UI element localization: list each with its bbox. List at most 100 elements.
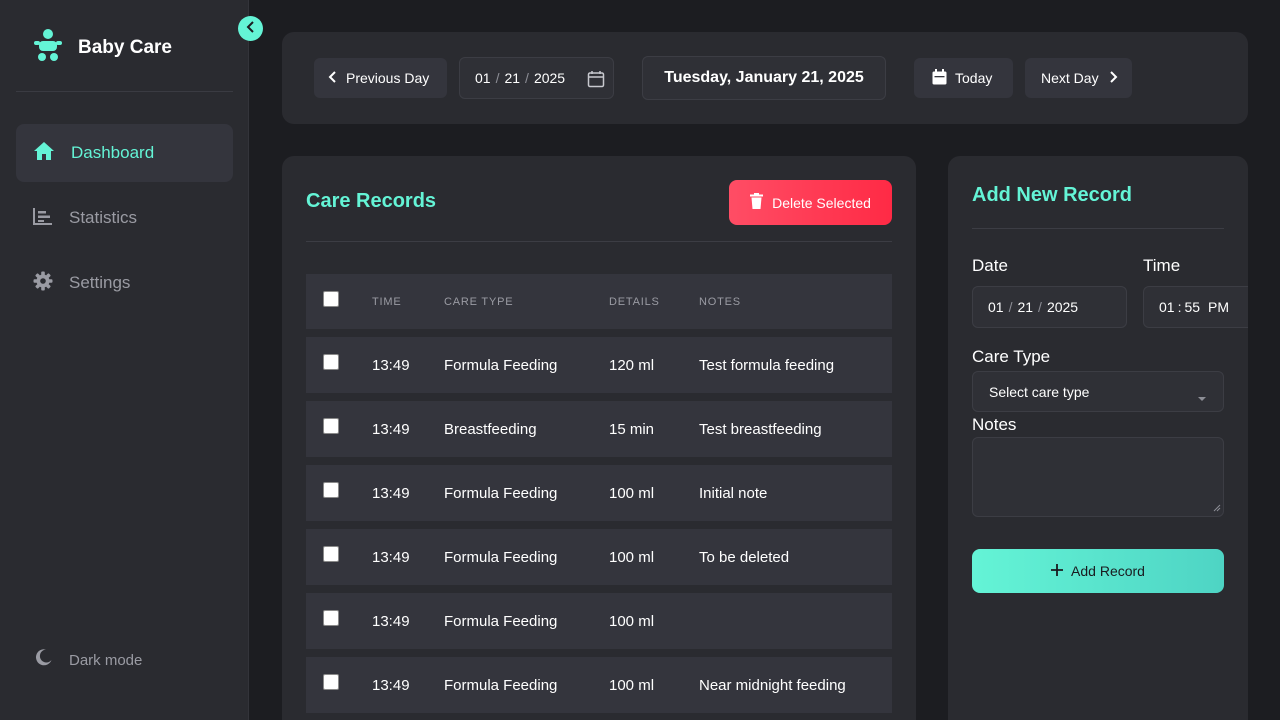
date-day: 21 — [504, 70, 521, 86]
table-row[interactable]: 13:49 Formula Feeding 100 ml — [306, 593, 892, 649]
date-year: 2025 — [1046, 299, 1079, 315]
calendar-icon[interactable] — [587, 70, 605, 91]
current-date-display: Tuesday, January 21, 2025 — [642, 56, 886, 100]
cell-details: 120 ml — [609, 356, 655, 374]
date-month: 01 — [988, 299, 1004, 315]
next-day-button[interactable]: Next Day — [1025, 58, 1132, 98]
dark-mode-label: Dark mode — [69, 651, 143, 669]
next-day-label: Next Day — [1041, 70, 1099, 86]
cell-notes: Initial note — [699, 484, 768, 502]
date-year: 2025 — [533, 70, 566, 86]
cell-care-type: Formula Feeding — [444, 484, 558, 502]
sidebar-item-label: Statistics — [69, 208, 138, 227]
plus-icon — [1051, 563, 1064, 579]
cell-time: 13:49 — [372, 548, 410, 566]
brand: Baby Care — [34, 28, 172, 67]
time-period: PM — [1208, 299, 1230, 315]
cell-care-type: Formula Feeding — [444, 612, 558, 630]
cell-notes: Test formula feeding — [699, 356, 835, 374]
column-header-time: TIME — [372, 295, 402, 308]
date-label: Date — [972, 256, 1008, 275]
row-checkbox[interactable] — [323, 418, 339, 434]
care-records-title: Care Records — [306, 190, 437, 212]
care-type-selected: Select care type — [989, 383, 1090, 400]
resize-handle-icon[interactable] — [1213, 499, 1221, 515]
row-checkbox[interactable] — [323, 674, 339, 690]
column-header-notes: NOTES — [699, 295, 741, 308]
cell-care-type: Formula Feeding — [444, 356, 558, 374]
home-icon — [33, 141, 55, 166]
sidebar-item-settings[interactable]: Settings — [16, 254, 233, 312]
notes-textarea[interactable] — [972, 437, 1224, 517]
time-hour: 01 — [1159, 299, 1175, 315]
chevron-right-icon — [1108, 70, 1118, 87]
table-row[interactable]: 13:49 Breastfeeding 15 min Test breastfe… — [306, 401, 892, 457]
today-button[interactable]: Today — [914, 58, 1013, 98]
collapse-sidebar-button[interactable] — [238, 16, 263, 41]
table-row[interactable]: 13:49 Formula Feeding 100 ml Initial not… — [306, 465, 892, 521]
cell-time: 13:49 — [372, 356, 410, 374]
cell-details: 100 ml — [609, 548, 655, 566]
date-field[interactable]: 01/21/2025 — [972, 286, 1127, 328]
previous-day-label: Previous Day — [346, 70, 430, 86]
baby-icon — [34, 28, 62, 67]
cell-details: 100 ml — [609, 612, 655, 630]
add-record-button[interactable]: Add Record — [972, 549, 1224, 593]
notes-label: Notes — [972, 415, 1017, 434]
dark-mode-toggle[interactable]: Dark mode — [34, 648, 142, 672]
cell-care-type: Formula Feeding — [444, 548, 558, 566]
cell-details: 100 ml — [609, 676, 655, 694]
add-record-label: Add Record — [1071, 563, 1145, 579]
add-record-card: Add New Record Date Time 01/21/2025 01:5… — [948, 156, 1248, 720]
trash-icon — [750, 193, 764, 212]
chevron-left-icon — [328, 70, 338, 87]
row-checkbox[interactable] — [323, 482, 339, 498]
chevron-down-icon — [1198, 389, 1206, 405]
bar-chart-icon — [33, 207, 53, 230]
add-record-title: Add New Record — [972, 184, 1133, 206]
table-header: TIME CARE TYPE DETAILS NOTES — [306, 274, 892, 329]
chevron-left-icon — [246, 20, 256, 38]
cell-notes: Test breastfeeding — [699, 420, 822, 438]
cell-notes: To be deleted — [699, 548, 790, 566]
cell-time: 13:49 — [372, 612, 410, 630]
table-row[interactable]: 13:49 Formula Feeding 100 ml Near midnig… — [306, 657, 892, 713]
cell-notes: Near midnight feeding — [699, 676, 846, 694]
divider — [972, 228, 1224, 229]
time-field[interactable]: 01:55 PM — [1143, 286, 1248, 328]
app-title: Baby Care — [78, 36, 172, 58]
table-row[interactable]: 13:49 Formula Feeding 100 ml To be delet… — [306, 529, 892, 585]
row-checkbox[interactable] — [323, 610, 339, 626]
table-row[interactable]: 13:49 Formula Feeding 120 ml Test formul… — [306, 337, 892, 393]
divider — [16, 91, 233, 92]
cell-time: 13:49 — [372, 676, 410, 694]
cell-details: 100 ml — [609, 484, 655, 502]
date-day: 21 — [1017, 299, 1034, 315]
cell-time: 13:49 — [372, 420, 410, 438]
previous-day-button[interactable]: Previous Day — [314, 58, 447, 98]
select-all-checkbox[interactable] — [323, 291, 339, 307]
date-picker-input[interactable]: 01/21/2025 — [459, 57, 614, 99]
row-checkbox[interactable] — [323, 546, 339, 562]
cell-details: 15 min — [609, 420, 655, 438]
divider — [306, 241, 892, 242]
row-checkbox[interactable] — [323, 354, 339, 370]
cell-care-type: Breastfeeding — [444, 420, 537, 438]
time-minute: 55 — [1184, 299, 1201, 315]
column-header-details: DETAILS — [609, 295, 660, 308]
care-records-card: Care Records Delete Selected TIME CARE T… — [282, 156, 916, 720]
delete-selected-label: Delete Selected — [772, 194, 871, 211]
sidebar-item-dashboard[interactable]: Dashboard — [16, 124, 233, 182]
column-header-care-type: CARE TYPE — [444, 295, 514, 308]
gear-icon — [33, 271, 53, 296]
time-label: Time — [1143, 256, 1181, 275]
delete-selected-button[interactable]: Delete Selected — [729, 180, 892, 225]
sidebar-item-statistics[interactable]: Statistics — [16, 189, 233, 247]
date-navigation: Previous Day 01/21/2025 Tuesday, January… — [282, 32, 1248, 124]
sidebar-item-label: Dashboard — [71, 143, 155, 162]
care-type-select[interactable]: Select care type — [972, 371, 1224, 412]
sidebar-item-label: Settings — [69, 273, 131, 292]
moon-icon — [34, 648, 53, 672]
cell-care-type: Formula Feeding — [444, 676, 558, 694]
sidebar: Baby Care Dashboard Statistics Settings … — [0, 0, 249, 720]
